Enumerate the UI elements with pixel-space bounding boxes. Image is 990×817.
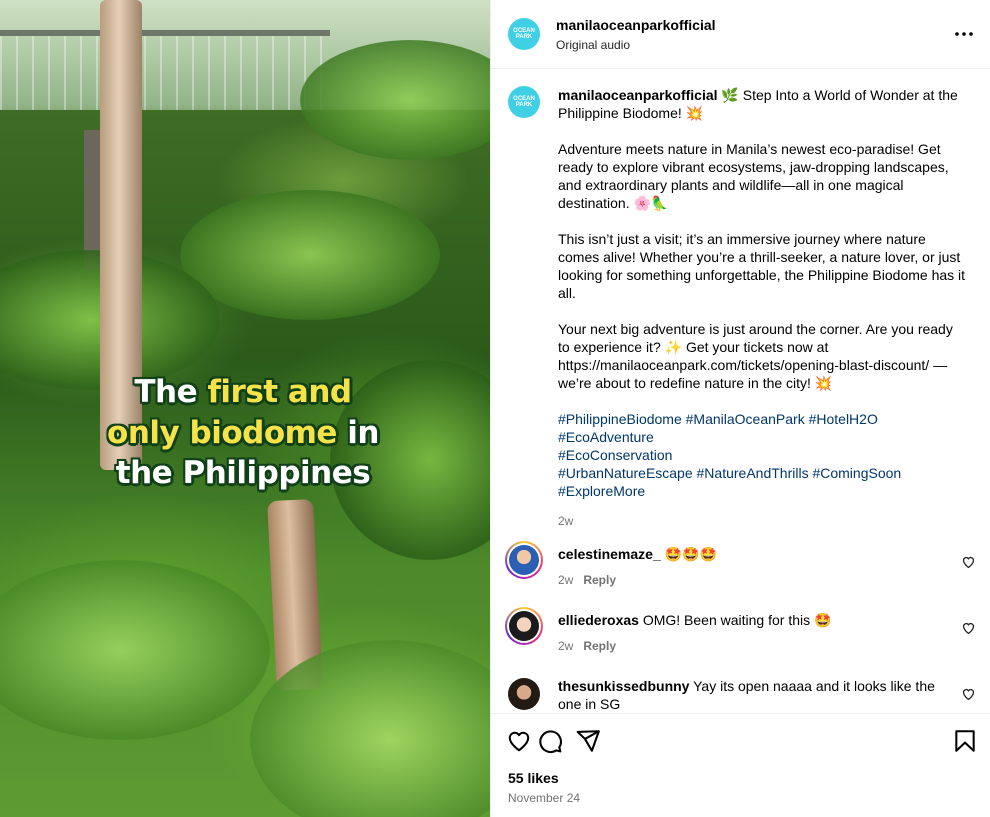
caption-username[interactable]: manilaoceanparkofficial [558,87,718,103]
heart-icon[interactable] [506,728,532,754]
likes-count[interactable]: 55 likes [508,770,559,786]
comment-time[interactable]: 2w [558,573,573,587]
share-icon[interactable] [575,728,601,754]
comment-icon[interactable] [537,728,563,754]
comment-time[interactable]: 2w [558,639,573,653]
bookmark-icon[interactable] [952,728,978,754]
hashtag-link[interactable]: #UrbanNatureEscape #NatureAndThrills #Co… [558,465,901,481]
hashtag-link[interactable]: #PhilippineBiodome #ManilaOceanPark #Hot… [558,411,878,427]
avatar[interactable] [508,678,540,710]
post-date[interactable]: November 24 [508,791,580,805]
comment-body: OMG! Been waiting for this 🤩 [642,612,832,628]
comment-username[interactable]: thesunkissedbunny [558,678,689,694]
caption-paragraph: Adventure meets nature in Manila’s newes… [558,141,949,211]
comment-username[interactable]: elliederoxas [558,612,639,628]
heart-icon[interactable] [962,555,976,569]
caption-timestamp[interactable]: 2w [558,512,968,530]
comment-text: thesunkissedbunny Yay its open naaaa and… [558,677,948,713]
reply-button[interactable]: Reply [583,573,616,587]
reply-button[interactable]: Reply [583,639,616,653]
hashtag-link[interactable]: #EcoConservation [558,447,672,463]
story-ring-avatar[interactable] [505,607,543,645]
caption-paragraph: Your next big adventure is just around t… [558,321,953,391]
video-overlay-line-3: the Philippines [115,455,371,491]
more-horizontal-icon[interactable] [952,22,976,46]
comments-scroll-area[interactable]: OCEAN PARK manilaoceanparkofficial 🌿 Step… [491,70,990,713]
ocean-park-logo-icon[interactable]: OCEAN PARK [508,86,540,118]
instagram-post: The first and only biodome in the Philip… [0,0,990,817]
fern-leaf [180,190,440,320]
post-caption: manilaoceanparkofficial 🌿 Step Into a Wo… [558,86,968,530]
hashtag-link[interactable]: #ExploreMore [558,483,645,499]
video-overlay-line-2: only biodome in [107,415,379,451]
comment-body: 🤩🤩🤩 [664,546,717,562]
hashtag-link[interactable]: #EcoAdventure [558,429,654,445]
comment-text: celestinemaze_ 🤩🤩🤩 [558,545,948,563]
author-username[interactable]: manilaoceanparkofficial [556,17,716,33]
post-header: OCEAN PARK manilaoceanparkofficial Origin… [491,0,990,69]
post-details-panel: OCEAN PARK manilaoceanparkofficial Origin… [490,0,990,817]
heart-icon[interactable] [962,621,976,635]
original-audio-link[interactable]: Original audio [556,38,630,52]
elevated-walkway [0,30,330,120]
video-overlay-line-1: The first and [134,374,352,410]
comment-meta: 2w Reply [558,639,616,653]
comment-text: elliederoxas OMG! Been waiting for this … [558,611,948,629]
heart-icon[interactable] [962,687,976,701]
story-ring-avatar[interactable] [505,541,543,579]
comment-meta: 2w Reply [558,573,616,587]
caption-paragraph: This isn’t just a visit; it’s an immersi… [558,231,966,301]
ocean-park-logo-icon[interactable]: OCEAN PARK [508,18,540,50]
post-actions: 55 likes November 24 [491,713,990,817]
caption-hashtags[interactable]: #PhilippineBiodome #ManilaOceanPark #Hot… [558,410,968,500]
post-video[interactable]: The first and only biodome in the Philip… [0,0,490,817]
comment-username[interactable]: celestinemaze_ [558,546,661,562]
